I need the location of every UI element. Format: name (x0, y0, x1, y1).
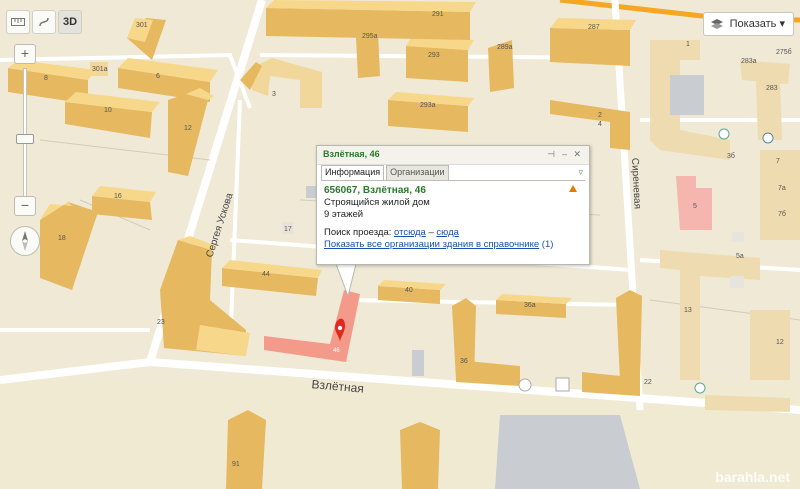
building-label: 7а (778, 185, 786, 192)
zoom-control: + − (14, 44, 36, 216)
building-label: 7б (778, 210, 786, 218)
show-organizations: Показать все организации здания в справо… (324, 239, 582, 251)
map-toolbar: 3D (6, 10, 82, 34)
building-label: 44 (262, 271, 270, 278)
building-type: Строящийся жилой дом (324, 197, 430, 208)
poi-icon[interactable] (762, 132, 774, 144)
balloon-address: 656067, Взлётная, 46 (324, 185, 426, 196)
info-balloon: Взлётная, 46 ⊣ – ✕ Информация Организаци… (316, 145, 590, 265)
poi-icon[interactable] (694, 382, 706, 394)
building-label: 22 (644, 379, 652, 386)
building-label: 10 (104, 107, 112, 114)
layers-icon (710, 19, 723, 29)
organizations-count: (1) (541, 239, 554, 250)
building-label: 18 (58, 235, 66, 242)
building-label: 4 (598, 121, 602, 128)
route-search: Поиск проезда: отсюда – сюда (324, 227, 582, 239)
compass-icon[interactable] (10, 226, 40, 256)
zoom-in-button[interactable]: + (14, 44, 36, 64)
map-ground-south (0, 380, 800, 489)
building-label: 36а (524, 302, 536, 309)
building-label: 6 (156, 73, 160, 80)
route-icon[interactable] (32, 10, 56, 34)
building-label: 23 (157, 319, 165, 326)
building-label: 283а (741, 58, 757, 65)
building-label: 301а (92, 66, 108, 73)
tab-organizations[interactable]: Организации (386, 165, 449, 180)
3d-mode-button[interactable]: 3D (58, 10, 82, 34)
building-label: 291 (432, 11, 444, 18)
watermark-text: barahla.net (715, 469, 790, 485)
building-label: 12 (184, 125, 192, 132)
building-label: 12 (776, 339, 784, 346)
building-label: 8 (44, 75, 48, 82)
building-label: 16 (114, 193, 122, 200)
close-icon[interactable]: ✕ (573, 149, 581, 160)
balloon-tabs: Информация Организации (321, 165, 449, 180)
balloon-header: Взлётная, 46 ⊣ – ✕ (317, 146, 589, 165)
poi-icon[interactable] (518, 378, 532, 392)
building-label: 17 (284, 226, 292, 233)
zoom-slider-thumb[interactable] (16, 134, 34, 144)
warning-icon (569, 185, 577, 192)
building-floors: 9 этажей (324, 209, 364, 220)
layers-button[interactable]: Показать ▾ (702, 12, 794, 36)
building-label: 3б (727, 152, 735, 160)
building-label: 293а (420, 102, 436, 109)
tab-info[interactable]: Информация (321, 165, 385, 180)
pin-icon[interactable]: ⊣ (547, 149, 555, 160)
chevron-down-icon: ▾ (779, 18, 785, 30)
building-label: 7 (776, 158, 780, 165)
building-label: 5а (736, 253, 744, 260)
building-label: 40 (405, 287, 413, 294)
marker-label: 46 (333, 348, 340, 354)
building-label: 295а (362, 33, 378, 40)
building-label: 293 (428, 52, 440, 59)
building-label: 289а (497, 44, 513, 51)
poi-icon[interactable] (555, 377, 570, 392)
route-separator: – (428, 227, 434, 238)
ruler-icon[interactable] (6, 10, 30, 34)
building-label: 287 (588, 24, 600, 31)
show-organizations-link[interactable]: Показать все организации здания в справо… (324, 239, 539, 250)
layers-button-label: Показать (729, 18, 777, 30)
building-label: 275б (776, 48, 792, 56)
building-label: 13 (684, 307, 692, 314)
balloon-title: Взлётная, 46 (323, 149, 380, 159)
building-label: 2 (598, 112, 602, 119)
route-to-link[interactable]: сюда (436, 227, 459, 238)
zoom-slider-track[interactable] (23, 68, 27, 198)
parking-lot (495, 415, 640, 489)
building-label: 301 (136, 22, 148, 29)
poi-icon[interactable] (718, 128, 730, 140)
route-from-link[interactable]: отсюда (394, 227, 426, 238)
route-label: Поиск проезда: (324, 227, 392, 238)
building-label: 36 (460, 358, 468, 365)
building-label: 1 (686, 41, 690, 48)
building-label: 5 (693, 203, 697, 210)
balloon-body: 656067, Взлётная, 46 Строящийся жилой до… (321, 180, 585, 260)
building-label: 283 (766, 85, 778, 92)
building-label: 3 (272, 91, 276, 98)
scroll-down-icon[interactable]: ▿ (578, 167, 583, 178)
building-label: 91 (232, 461, 240, 468)
zoom-out-button[interactable]: − (14, 196, 36, 216)
minimize-icon[interactable]: – (562, 149, 567, 159)
